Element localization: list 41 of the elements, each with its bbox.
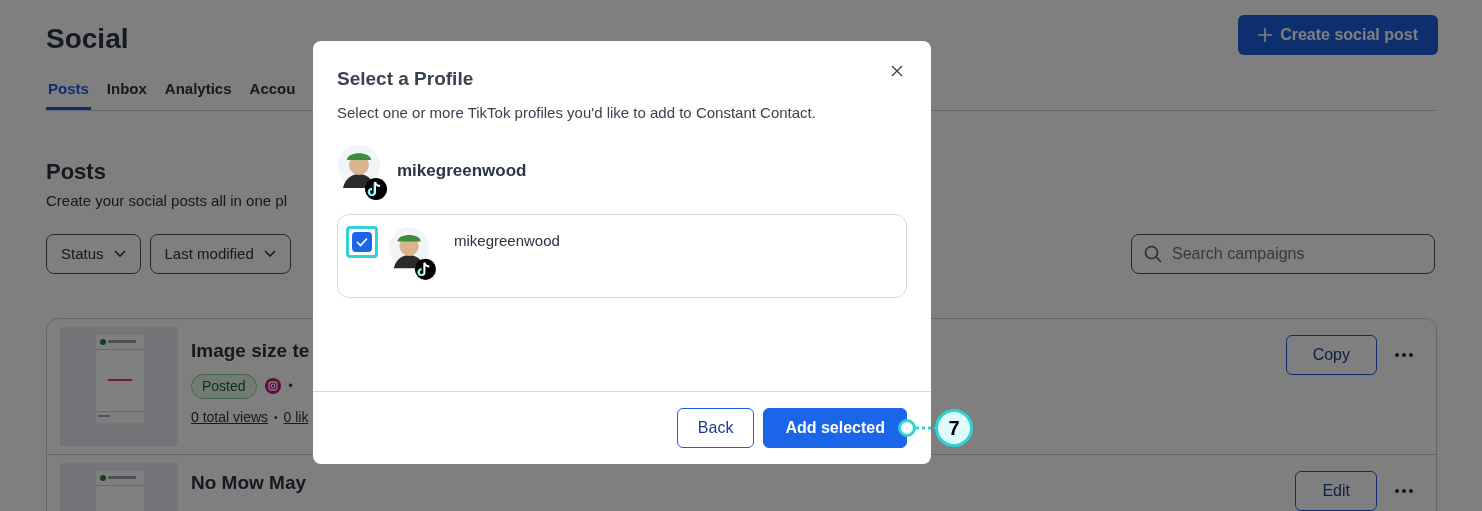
avatar-icon [388, 226, 436, 280]
dialog-title: Select a Profile [337, 67, 474, 91]
dialog-description: Select one or more TikTok profiles you'd like to add to Constant Contact. [336, 102, 817, 123]
profile-option[interactable]: mikegreenwood [337, 214, 907, 298]
chevron-down-icon [113, 250, 126, 258]
plus-icon [1258, 28, 1273, 42]
search-icon [1144, 245, 1162, 263]
filter-dropdown[interactable]: Status [46, 234, 141, 274]
back-button[interactable]: Back [676, 408, 755, 448]
post-title: No Mow May [191, 471, 308, 495]
more-icon[interactable] [1395, 353, 1413, 357]
account-name: mikegreenwood [397, 160, 527, 182]
checkbox[interactable] [346, 226, 378, 258]
post-action-button[interactable]: Copy [1285, 335, 1377, 375]
avatar-icon [337, 144, 387, 200]
profile-name: mikegreenwood [454, 231, 560, 251]
close-icon [891, 65, 903, 77]
search-field[interactable]: Search campaigns [1131, 234, 1435, 274]
filter-dropdown[interactable]: Last modified [149, 234, 291, 274]
section-subtitle: Create your social posts all in one pl [46, 190, 287, 211]
tab[interactable]: Posts [46, 78, 91, 110]
add-selected-button[interactable]: Add selected [763, 408, 907, 448]
separator-dot: • [274, 410, 278, 425]
separator-dot: • [288, 378, 293, 395]
check-icon [356, 237, 368, 247]
stat-link[interactable]: 0 total views [191, 406, 269, 428]
post-action-button[interactable]: Edit [1295, 471, 1377, 511]
step-number-badge: 7 [935, 409, 973, 447]
more-icon[interactable] [1395, 489, 1413, 493]
create-post-button[interactable]: Create social post [1238, 15, 1438, 55]
search-input[interactable]: Search campaigns [1172, 242, 1422, 266]
section-title: Posts [46, 157, 106, 186]
instagram-icon [264, 378, 281, 394]
stat-link[interactable]: 0 lik [283, 406, 309, 428]
post-title: Image size te [191, 339, 311, 363]
tab[interactable]: Inbox [104, 78, 149, 110]
tab[interactable]: Analytics [162, 78, 234, 110]
status-badge: Posted [191, 373, 257, 399]
tab[interactable]: Accou [247, 78, 298, 110]
page-title: Social [46, 22, 129, 56]
chevron-down-icon [263, 250, 276, 258]
